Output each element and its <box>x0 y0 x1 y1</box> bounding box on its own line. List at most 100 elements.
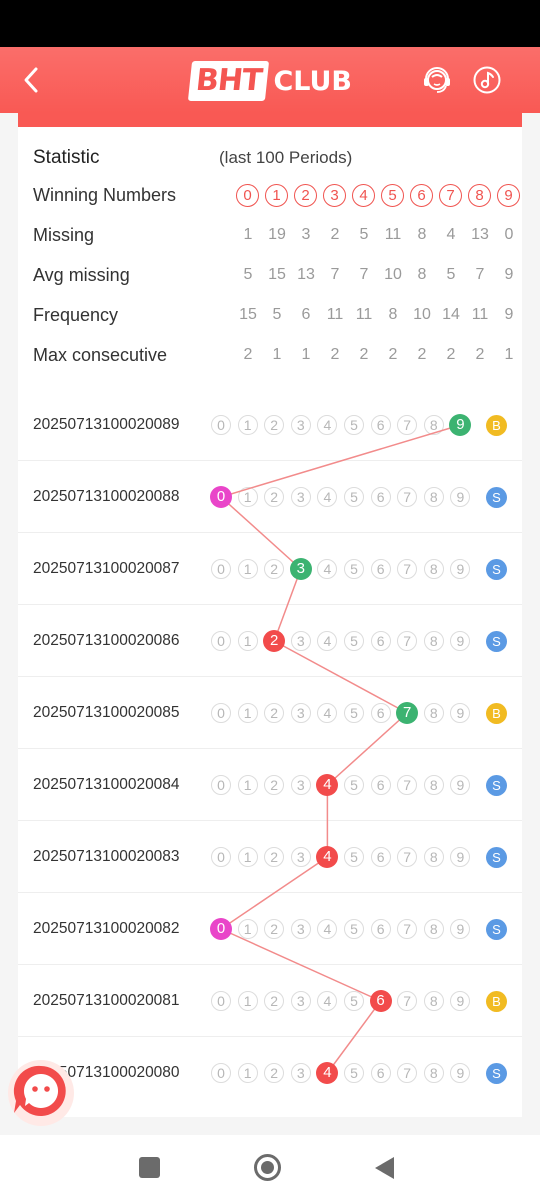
chevron-left-icon <box>24 67 38 93</box>
stat-value: 3 <box>301 226 311 243</box>
number-ball: 9 <box>450 919 471 939</box>
chat-button[interactable] <box>6 1058 76 1128</box>
number-ball: 3 <box>290 919 311 939</box>
number-ball: 4 <box>317 703 338 723</box>
number-ball: 5 <box>344 703 364 723</box>
big-badge: B <box>486 415 507 436</box>
header-accent-band <box>18 113 522 127</box>
drawn-number-ball: 6 <box>369 990 392 1012</box>
music-button[interactable] <box>472 65 502 95</box>
number-ball: 6 <box>370 487 391 507</box>
number-ball: 0 <box>211 1063 231 1083</box>
number-ball: 5 <box>344 415 364 435</box>
small-badge: S <box>486 919 507 940</box>
draw-row: 20250713100020086 0 1 2 3 4 5 6 7 8 9 S <box>18 605 522 677</box>
number-ball: 7 <box>397 415 418 435</box>
small-badge: S <box>486 1063 507 1084</box>
number-ball: 4 <box>317 919 338 939</box>
number-ball: 5 <box>344 775 364 795</box>
stat-row-max-consecutive: Max consecutive 2 1 1 2 2 2 2 2 2 1 <box>33 340 513 370</box>
number-ball: 1 <box>237 1063 258 1083</box>
draw-row: 20250713100020089 0 1 2 3 4 5 6 7 8 9 B <box>18 389 522 461</box>
number-ball: 3 <box>290 487 311 507</box>
draw-row: 20250713100020081 0 1 2 3 4 5 6 7 8 9 B <box>18 965 522 1037</box>
trend-card: Statistic (last 100 Periods) Winning Num… <box>18 127 522 1117</box>
number-ball: 8 <box>423 919 444 939</box>
winning-number: 3 <box>323 184 346 207</box>
winning-number: 2 <box>294 184 317 207</box>
draw-row: 20250713100020083 0 1 2 3 4 5 6 7 8 9 S <box>18 821 522 893</box>
headset-icon <box>424 67 450 93</box>
music-note-icon <box>473 66 501 94</box>
small-badge: S <box>486 559 507 580</box>
stat-row-missing: Missing 1 19 3 2 5 11 8 4 13 0 <box>33 220 513 250</box>
stat-value: 2 <box>359 346 369 363</box>
big-badge: B <box>486 703 507 724</box>
number-ball: 6 <box>370 703 391 723</box>
number-ball: 3 <box>290 415 311 435</box>
number-ball: 1 <box>237 631 258 651</box>
stat-value: 1 <box>301 346 311 363</box>
number-ball: 5 <box>344 559 364 579</box>
number-ball: 9 <box>450 1063 471 1083</box>
number-ball: 0 <box>211 703 231 723</box>
support-button[interactable] <box>422 65 452 95</box>
stat-value: 8 <box>417 226 427 243</box>
stat-label: Winning Numbers <box>33 185 177 205</box>
number-ball: 0 <box>211 847 231 867</box>
back-button[interactable] <box>18 63 48 97</box>
number-ball: 1 <box>237 919 258 939</box>
small-badge: S <box>486 631 507 652</box>
number-ball: 2 <box>264 703 285 723</box>
number-ball: 0 <box>211 631 231 651</box>
number-ball: 7 <box>397 487 418 507</box>
number-ball: 2 <box>264 559 285 579</box>
stat-value: 5 <box>359 226 369 243</box>
recent-apps-button[interactable] <box>139 1157 160 1178</box>
stat-value: 2 <box>446 346 456 363</box>
number-ball: 6 <box>370 631 391 651</box>
draw-row: 20250713100020088 0 1 2 3 4 5 6 7 8 9 S <box>18 461 522 533</box>
stat-value: 11 <box>355 306 373 323</box>
number-ball: 3 <box>290 775 311 795</box>
stat-value: 5 <box>243 266 253 283</box>
statistic-title: Statistic <box>33 147 100 168</box>
number-ball: 9 <box>450 991 471 1011</box>
stat-value: 5 <box>272 306 282 323</box>
number-ball: 1 <box>237 847 258 867</box>
stat-values: 2 1 1 2 2 2 2 2 2 1 <box>233 340 527 370</box>
stat-label: Missing <box>33 225 95 245</box>
number-ball: 6 <box>370 775 391 795</box>
draw-row: 20250713100020084 0 1 2 3 4 5 6 7 8 9 S <box>18 749 522 821</box>
number-ball: 3 <box>290 631 311 651</box>
number-balls: 0123456789 <box>210 461 500 533</box>
winning-numbers: 0 1 2 3 4 5 6 7 8 9 <box>233 180 527 210</box>
small-badge: S <box>486 775 507 796</box>
number-ball: 2 <box>264 775 285 795</box>
stat-label: Max consecutive <box>33 345 168 365</box>
stat-value: 19 <box>268 226 286 243</box>
stat-value: 9 <box>504 306 514 323</box>
number-ball: 8 <box>423 487 444 507</box>
drawn-number-ball: 7 <box>396 702 419 724</box>
draw-row: 20250713100020082 0 1 2 3 4 5 6 7 8 9 S <box>18 893 522 965</box>
number-ball: 2 <box>264 487 285 507</box>
stat-value: 7 <box>359 266 369 283</box>
number-ball: 1 <box>237 775 258 795</box>
number-balls: 0123456789 <box>210 605 500 677</box>
number-ball: 5 <box>344 1063 364 1083</box>
number-ball: 8 <box>423 703 444 723</box>
drawn-number-ball: 4 <box>316 846 339 868</box>
system-back-button[interactable] <box>375 1157 394 1179</box>
winning-number: 8 <box>468 184 491 207</box>
stat-value: 5 <box>446 266 456 283</box>
home-button[interactable] <box>254 1154 281 1181</box>
number-balls: 0123456789 <box>210 749 500 821</box>
logo-boxed-text: BHT <box>187 61 270 101</box>
number-ball: 0 <box>211 415 231 435</box>
number-ball: 7 <box>397 1063 418 1083</box>
winning-number: 4 <box>352 184 375 207</box>
winning-number: 5 <box>381 184 404 207</box>
period-number: 20250713100020083 <box>33 848 180 865</box>
stat-values: 1 19 3 2 5 11 8 4 13 0 <box>233 220 527 250</box>
